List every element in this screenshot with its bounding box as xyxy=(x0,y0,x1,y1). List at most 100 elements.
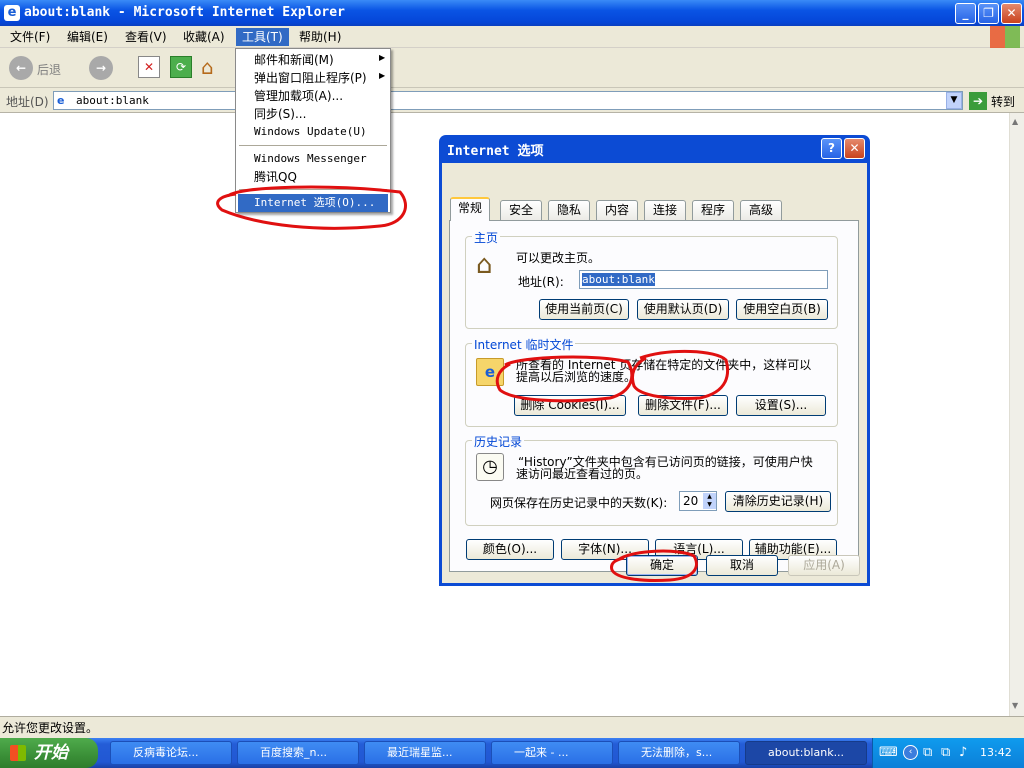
menu-help[interactable]: 帮助(H) xyxy=(293,28,347,46)
tab-general[interactable]: 常规 xyxy=(450,197,490,221)
spin-down-icon[interactable]: ▼ xyxy=(703,501,716,509)
home-page-icon: ⌂ xyxy=(476,250,493,280)
scroll-down-arrow-icon[interactable]: ▼ xyxy=(1012,701,1018,710)
menu-item-sync[interactable]: 同步(S)... xyxy=(238,105,388,123)
tab-programs[interactable]: 程序 xyxy=(692,200,734,220)
menu-favorites[interactable]: 收藏(A) xyxy=(177,28,231,46)
toolbar: ← 后退 → ✕ ⟳ ⌂ xyxy=(0,48,1024,88)
menu-item-windows-messenger[interactable]: Windows Messenger xyxy=(238,150,388,168)
clock[interactable]: 13:42 xyxy=(980,746,1012,759)
dialog-title: Internet 选项 xyxy=(447,144,544,159)
home-icon[interactable]: ⌂ xyxy=(201,55,225,79)
colors-button[interactable]: 颜色(O)... xyxy=(466,539,554,560)
clear-history-button[interactable]: 清除历史记录(H) xyxy=(725,491,831,512)
menu-item-manage-addons[interactable]: 管理加载项(A)... xyxy=(238,87,388,105)
scroll-up-arrow-icon[interactable]: ▲ xyxy=(1012,117,1018,126)
close-button[interactable]: ✕ xyxy=(1001,3,1022,24)
dialog-help-button[interactable]: ? xyxy=(821,138,842,159)
home-address-label: 地址(R): xyxy=(518,275,564,289)
taskbar-item[interactable]: 最近瑞星监... xyxy=(364,741,486,765)
dialog-close-button[interactable]: ✕ xyxy=(844,138,865,159)
menu-item-windows-update[interactable]: Windows Update(U) xyxy=(238,123,388,141)
ok-button[interactable]: 确定 xyxy=(626,555,698,576)
history-group: 历史记录 ◷ “History”文件夹中包含有已访问页的链接，可使用户快 速访问… xyxy=(465,433,838,526)
internet-options-dialog: Internet 选项 ? ✕ 常规 安全 隐私 内容 连接 程序 高级 主页 … xyxy=(439,135,870,586)
start-button[interactable]: 开始 xyxy=(0,738,98,768)
temp-files-description-line2: 提高以后浏览的速度。 xyxy=(516,370,637,384)
taskbar-item[interactable]: 一起来 - ... xyxy=(491,741,613,765)
taskbar-item[interactable]: 百度搜索_n... xyxy=(237,741,359,765)
go-arrow-icon[interactable]: ➔ xyxy=(969,92,987,110)
start-label: 开始 xyxy=(34,743,68,763)
submenu-arrow-icon: ▶ xyxy=(379,53,386,62)
address-input[interactable]: about:blank xyxy=(53,91,963,110)
menu-edit[interactable]: 编辑(E) xyxy=(61,28,114,46)
vertical-scrollbar[interactable]: ▲ ▼ xyxy=(1009,113,1024,716)
menu-separator xyxy=(239,145,387,146)
history-days-input[interactable]: 20 ▲ ▼ xyxy=(679,491,717,511)
menu-file[interactable]: 文件(F) xyxy=(4,28,56,46)
page-icon: e xyxy=(57,94,65,107)
general-tab-panel: 主页 ⌂ 可以更改主页。 地址(R): about:blank 使用当前页(C)… xyxy=(449,220,859,572)
system-tray: ⌨ ‹ ⧉ ⧉ ♪ 13:42 xyxy=(872,738,1024,768)
tray-expand-icon[interactable]: ‹ xyxy=(903,745,918,760)
keyboard-icon[interactable]: ⌨ xyxy=(879,745,898,760)
temp-files-legend: Internet 临时文件 xyxy=(472,336,576,353)
back-button-label[interactable]: 后退 xyxy=(37,61,61,78)
address-label: 地址(D) xyxy=(6,95,49,109)
taskbar-item[interactable]: 反病毒论坛... xyxy=(110,741,232,765)
home-address-input[interactable]: about:blank xyxy=(579,270,828,289)
menu-separator xyxy=(239,189,387,190)
tab-security[interactable]: 安全 xyxy=(500,200,542,220)
temp-settings-button[interactable]: 设置(S)... xyxy=(736,395,826,416)
spin-up-icon[interactable]: ▲ xyxy=(703,493,716,501)
tab-connections[interactable]: 连接 xyxy=(644,200,686,220)
restore-button[interactable]: ❐ xyxy=(978,3,999,24)
window-title: about:blank - Microsoft Internet Explore… xyxy=(24,5,345,20)
status-bar: 允许您更改设置。 xyxy=(0,716,1024,738)
menu-tools[interactable]: 工具(T) xyxy=(236,28,289,46)
refresh-icon[interactable]: ⟳ xyxy=(170,56,192,78)
taskbar-item[interactable]: 无法删除，s... xyxy=(618,741,740,765)
dialog-body: 常规 安全 隐私 内容 连接 程序 高级 主页 ⌂ 可以更改主页。 地址(R):… xyxy=(442,163,867,583)
forward-arrow-icon[interactable]: → xyxy=(89,56,113,80)
cancel-button[interactable]: 取消 xyxy=(706,555,778,576)
address-bar: 地址(D) about:blank e ▼ ➔ 转到 xyxy=(0,88,1024,113)
minimize-button[interactable]: _ xyxy=(955,3,976,24)
temp-files-folder-icon: e xyxy=(476,358,504,386)
volume-icon[interactable]: ♪ xyxy=(959,745,967,760)
tools-menu: 邮件和新闻(M) ▶ 弹出窗口阻止程序(P) ▶ 管理加载项(A)... 同步(… xyxy=(235,48,391,213)
use-blank-button[interactable]: 使用空白页(B) xyxy=(736,299,828,320)
menu-item-tencent-qq[interactable]: 腾讯QQ xyxy=(238,168,388,186)
delete-files-button[interactable]: 删除文件(F)... xyxy=(638,395,728,416)
network-icon[interactable]: ⧉ xyxy=(923,745,932,760)
taskbar-item-active[interactable]: about:blank... xyxy=(745,741,867,765)
windows-flag-icon xyxy=(10,745,26,761)
taskbar: 开始 反病毒论坛... 百度搜索_n... 最近瑞星监... 一起来 - ...… xyxy=(0,738,1024,768)
home-page-group: 主页 ⌂ 可以更改主页。 地址(R): about:blank 使用当前页(C)… xyxy=(465,229,838,329)
history-days-label: 网页保存在历史记录中的天数(K): xyxy=(490,496,668,510)
window-title-bar: e about:blank - Microsoft Internet Explo… xyxy=(0,0,1024,26)
stop-icon[interactable]: ✕ xyxy=(138,56,160,78)
history-clock-icon: ◷ xyxy=(476,453,504,481)
menu-item-popup-blocker[interactable]: 弹出窗口阻止程序(P) xyxy=(238,69,388,87)
delete-cookies-button[interactable]: 删除 Cookies(I)... xyxy=(514,395,626,416)
back-arrow-icon[interactable]: ← xyxy=(9,56,33,80)
menu-item-internet-options[interactable]: Internet 选项(O)... xyxy=(238,194,388,212)
windows-logo-icon xyxy=(990,26,1020,48)
home-page-description: 可以更改主页。 xyxy=(516,251,601,265)
tab-privacy[interactable]: 隐私 xyxy=(548,200,590,220)
ie-icon: e xyxy=(4,5,20,21)
address-dropdown-icon[interactable]: ▼ xyxy=(946,92,962,109)
go-button-label[interactable]: 转到 xyxy=(991,93,1015,110)
tab-content[interactable]: 内容 xyxy=(596,200,638,220)
menu-item-mail-news[interactable]: 邮件和新闻(M) xyxy=(238,51,388,69)
home-address-value: about:blank xyxy=(582,273,655,286)
tab-advanced[interactable]: 高级 xyxy=(740,200,782,220)
history-description-line2: 速访问最近查看过的页。 xyxy=(516,467,649,481)
status-text: 允许您更改设置。 xyxy=(2,721,99,735)
use-current-button[interactable]: 使用当前页(C) xyxy=(539,299,629,320)
network-icon-2[interactable]: ⧉ xyxy=(941,745,950,760)
use-default-button[interactable]: 使用默认页(D) xyxy=(637,299,729,320)
menu-view[interactable]: 查看(V) xyxy=(119,28,173,46)
